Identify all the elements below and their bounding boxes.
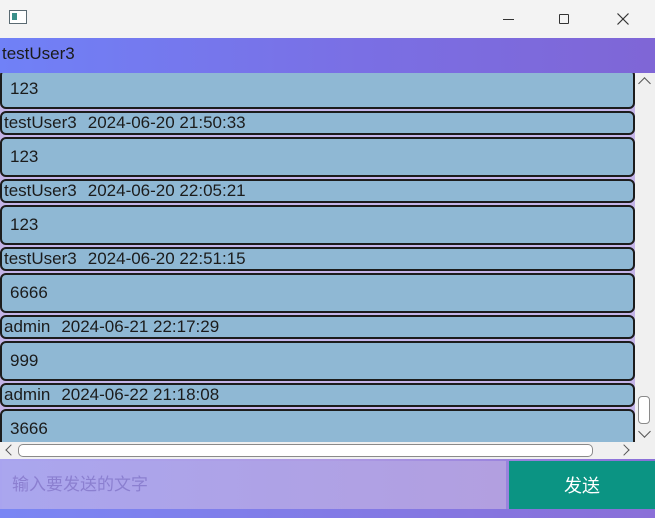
message-time: 2024-06-20 22:51:15 bbox=[87, 249, 246, 268]
message-time: 2024-06-22 21:18:08 bbox=[61, 385, 220, 404]
close-button[interactable] bbox=[600, 0, 646, 38]
message-sender: testUser3 bbox=[4, 249, 77, 268]
scroll-down-icon[interactable] bbox=[638, 425, 651, 438]
chat-partner-name: testUser3 bbox=[2, 44, 75, 63]
message-body: 123 bbox=[0, 73, 635, 109]
app-icon bbox=[9, 10, 27, 24]
message-body: 6666 bbox=[0, 273, 635, 313]
message-text: 999 bbox=[10, 351, 39, 370]
maximize-icon bbox=[559, 14, 569, 24]
message-text: 123 bbox=[10, 215, 39, 234]
message-header: testUser3 2024-06-20 22:51:15 bbox=[0, 247, 635, 271]
message-sender: testUser3 bbox=[4, 181, 77, 200]
minimize-button[interactable] bbox=[485, 0, 531, 38]
message-text: 6666 bbox=[10, 283, 48, 302]
bottom-strip bbox=[0, 509, 655, 518]
horizontal-scrollbar[interactable] bbox=[0, 442, 635, 459]
title-bar bbox=[0, 0, 655, 38]
scroll-right-icon[interactable] bbox=[618, 444, 630, 456]
message-header: testUser3 2024-06-20 22:05:21 bbox=[0, 179, 635, 203]
message-body: 123 bbox=[0, 205, 635, 245]
vertical-scroll-thumb[interactable] bbox=[638, 396, 650, 424]
message-header: testUser3 2024-06-20 21:50:33 bbox=[0, 111, 635, 135]
message-body: 123 bbox=[0, 137, 635, 177]
scroll-left-icon[interactable] bbox=[5, 444, 17, 456]
message-text: 123 bbox=[10, 147, 39, 166]
scroll-up-icon[interactable] bbox=[638, 77, 651, 90]
message-header: admin 2024-06-21 22:17:29 bbox=[0, 315, 635, 339]
minimize-icon bbox=[502, 18, 514, 20]
scrollbar-corner bbox=[635, 442, 655, 459]
maximize-button[interactable] bbox=[541, 0, 587, 38]
message-sender: admin bbox=[4, 317, 51, 336]
message-body: 999 bbox=[0, 341, 635, 381]
message-sender: testUser3 bbox=[4, 113, 77, 132]
horizontal-scroll-thumb[interactable] bbox=[18, 444, 593, 457]
message-input[interactable] bbox=[2, 461, 506, 509]
send-button[interactable]: 发送 bbox=[509, 461, 655, 509]
chat-header: testUser3 bbox=[0, 38, 655, 73]
close-icon bbox=[617, 13, 629, 25]
message-time: 2024-06-21 22:17:29 bbox=[61, 317, 220, 336]
message-text: 123 bbox=[10, 79, 39, 98]
message-text: 3666 bbox=[10, 419, 48, 438]
vertical-scrollbar[interactable] bbox=[635, 73, 655, 442]
message-sender: admin bbox=[4, 385, 51, 404]
message-header: admin 2024-06-22 21:18:08 bbox=[0, 383, 635, 407]
message-time: 2024-06-20 22:05:21 bbox=[87, 181, 246, 200]
chat-window: testUser3 123 testUser3 2024-06-20 21:50:… bbox=[0, 0, 655, 518]
message-time: 2024-06-20 21:50:33 bbox=[87, 113, 246, 132]
message-list[interactable]: 123 testUser3 2024-06-20 21:50:33 123 tes… bbox=[0, 73, 655, 459]
